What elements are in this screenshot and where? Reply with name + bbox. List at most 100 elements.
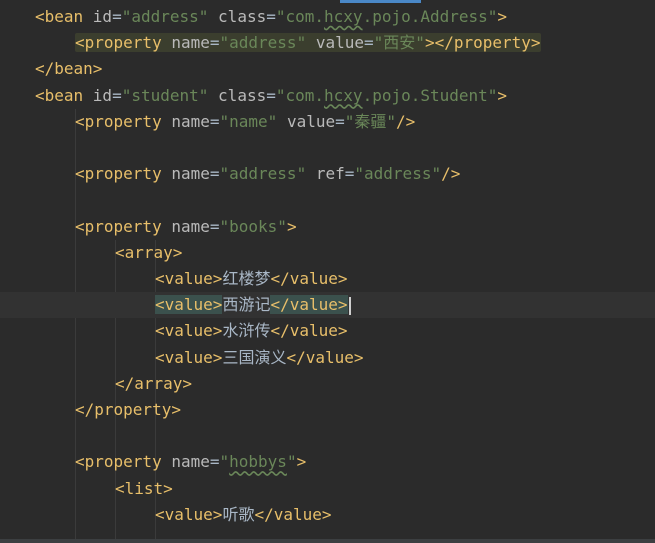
code-line-content: <value>西游记</value> [155,292,351,318]
attr-value: "西安" [373,33,425,53]
attr-name: id [92,7,113,26]
tag-token: <bean [35,85,93,105]
text-token: = [112,7,122,26]
tag-token: <property [75,164,172,184]
tag-token: </value> [270,321,348,341]
attr-value: "com. [275,85,325,105]
attr-value: "student" [121,85,209,105]
editor-bottom-edge [0,539,655,543]
text-caret [348,296,351,315]
tag-token: </property> [75,400,181,419]
code-line-content: <value>红楼梦</value> [155,266,348,292]
tag-token: <value> [155,347,223,367]
code-line-content: <value>听歌</value> [155,502,332,528]
code-line-content: <property name="hobbys"> [75,449,306,475]
attr-value: hobbys [229,452,287,472]
attr-name: class [218,85,267,105]
attr-value: "books" [219,216,287,236]
text-token: 听歌 [222,504,255,524]
code-line-content: <bean id="address" class="com.hcxy.pojo.… [35,4,507,30]
text-token: = [344,164,355,184]
tag-token: <property [75,452,172,472]
code-line-content: <bean id="student" class="com.hcxy.pojo.… [35,83,507,109]
attr-name: name [171,452,210,472]
attr-value: "address" [354,164,442,184]
tag-token: ></property> [424,33,541,53]
text-token: 红楼梦 [222,269,271,288]
attr-value: hcxy [324,7,363,26]
code-line-content: </property> [75,397,181,423]
attr-value: "name" [219,111,278,131]
tag-token: <value> [155,269,223,288]
attr-value: " [219,452,230,472]
code-line-content: <property name="address" ref="address"/> [75,161,460,187]
tag-token: <list> [115,478,173,498]
attr-value: " [286,452,297,472]
attr-value: hcxy [324,85,363,105]
text-token: = [209,216,220,236]
tag-token: > [497,7,508,26]
text-token: = [209,452,220,472]
tag-token: <value> [155,504,223,524]
attr-name: name [171,33,210,53]
attr-name: id [92,85,113,105]
tag-token: <value> [155,295,223,315]
tag-token: <array> [115,242,183,262]
tag-token: <property [75,111,172,131]
code-line-content: <property name="address" value="西安"></pr… [75,30,541,56]
attr-value: "com. [275,7,325,26]
code-line-content: <value>三国演义</value> [155,345,364,371]
code-line-content: </bean> [35,56,102,82]
tag-token: <property [75,33,172,53]
code-line-content: <list> [115,476,173,502]
code-line-content: <property name="books"> [75,214,297,240]
tag-token: <bean [35,7,93,26]
tag-token: </value> [270,295,348,315]
text-token: 西游记 [222,295,271,315]
code-line-content: <property name="name" value="秦疆"/> [75,109,415,135]
attr-name: class [218,7,267,26]
text-token: = [209,33,220,53]
text-token: = [209,164,220,184]
attr-value: "address" [219,164,307,184]
tag-token: > [286,216,297,236]
attr-name: ref [315,164,345,184]
attr-value: "address" [121,7,209,26]
code-line-content: </array> [115,371,192,397]
active-tab-indicator [340,0,421,3]
code-line-content: <array> [115,240,182,266]
editor-gutter [0,0,24,543]
attr-name: name [171,111,210,131]
attr-value: .pojo.Student" [362,85,498,105]
tag-token: /> [441,164,461,184]
text-token: 三国演义 [222,347,287,367]
tag-token: </value> [254,504,332,524]
tag-token: <value> [155,321,223,341]
text-token: = [112,85,122,105]
attr-name: name [171,216,210,236]
text-token: = [209,111,220,131]
highlighted-usage: <property name="address" value="西安"></pr… [75,33,541,53]
tag-token: /> [396,111,416,131]
text-token: = [266,7,276,26]
code-line-content: <value>水浒传</value> [155,318,348,344]
tag-token: </value> [270,269,348,288]
attr-name: value [286,111,336,131]
text-token: 水浒传 [222,321,271,341]
tag-token: > [497,85,508,105]
attr-value: "秦疆" [344,111,397,131]
attr-value: "address" [219,33,307,53]
attr-value: .pojo.Address" [362,7,498,26]
code-line[interactable]: <value>西游记</value> [0,292,655,319]
text-token: = [364,33,374,53]
attr-name: name [171,164,210,184]
tag-token: > [296,452,307,472]
attr-name: value [315,33,365,53]
tag-token: <property [75,216,172,236]
tag-token: </bean> [35,59,103,79]
